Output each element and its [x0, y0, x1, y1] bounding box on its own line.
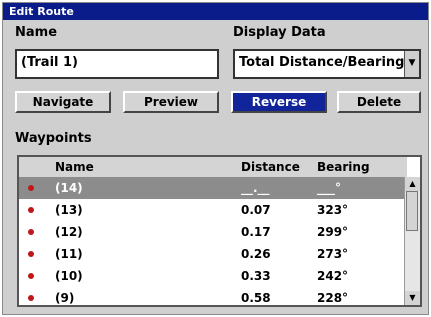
scrollbar-thumb[interactable]	[406, 191, 418, 231]
waypoint-row[interactable]: (10) 0.33 242°	[19, 265, 407, 287]
waypoint-row[interactable]: (11) 0.26 273°	[19, 243, 407, 265]
waypoint-distance: 0.58	[241, 291, 271, 305]
waypoint-name: (12)	[55, 225, 83, 239]
waypoint-row[interactable]: (12) 0.17 299°	[19, 221, 407, 243]
header-name[interactable]: Name	[55, 157, 94, 177]
waypoint-bearing: 323°	[317, 203, 349, 217]
waypoints-scrollbar[interactable]: ▲ ▼	[404, 177, 420, 305]
route-name-field[interactable]: (Trail 1)	[15, 49, 219, 79]
display-data-value: Total Distance/Bearing	[239, 55, 405, 70]
waypoint-marker-icon	[28, 229, 34, 235]
waypoint-marker-icon	[28, 251, 34, 257]
waypoint-distance: 0.33	[241, 269, 271, 283]
waypoint-name: (13)	[55, 203, 83, 217]
waypoint-distance: __.__	[241, 181, 270, 195]
edit-route-window: Edit Route Name (Trail 1) Display Data T…	[2, 2, 429, 315]
dropdown-arrow-icon[interactable]: ▼	[404, 51, 419, 77]
waypoints-label: Waypoints	[15, 131, 92, 146]
waypoint-bearing: 242°	[317, 269, 349, 283]
waypoint-marker-icon	[28, 207, 34, 213]
waypoint-bearing: ___°	[317, 181, 341, 195]
waypoint-marker-icon	[28, 273, 34, 279]
waypoint-row[interactable]: (9) 0.58 228°	[19, 287, 407, 305]
display-data-label: Display Data	[233, 25, 326, 40]
waypoint-name: (9)	[55, 291, 75, 305]
waypoint-name: (14)	[55, 181, 83, 195]
navigate-button[interactable]: Navigate	[15, 91, 111, 113]
display-data-select[interactable]: Total Distance/Bearing ▼	[233, 49, 421, 79]
scroll-up-arrow-icon[interactable]: ▲	[405, 177, 420, 191]
waypoint-marker-icon	[28, 295, 34, 301]
preview-button[interactable]: Preview	[123, 91, 219, 113]
waypoint-distance: 0.26	[241, 247, 271, 261]
name-label: Name	[15, 25, 58, 40]
waypoints-header: Name Distance Bearing	[19, 157, 407, 178]
window-title: Edit Route	[3, 3, 428, 20]
header-bearing[interactable]: Bearing	[317, 157, 370, 177]
waypoint-distance: 0.07	[241, 203, 271, 217]
waypoint-name: (11)	[55, 247, 83, 261]
waypoints-list[interactable]: Name Distance Bearing (14) __.__ ___° (1…	[17, 155, 422, 307]
delete-button[interactable]: Delete	[337, 91, 421, 113]
waypoint-marker-icon	[28, 185, 34, 191]
waypoint-bearing: 228°	[317, 291, 349, 305]
waypoint-bearing: 273°	[317, 247, 349, 261]
waypoint-bearing: 299°	[317, 225, 349, 239]
waypoint-row[interactable]: (14) __.__ ___°	[19, 177, 407, 199]
waypoint-row[interactable]: (13) 0.07 323°	[19, 199, 407, 221]
reverse-button[interactable]: Reverse	[231, 91, 327, 113]
waypoint-distance: 0.17	[241, 225, 271, 239]
header-distance[interactable]: Distance	[241, 157, 300, 177]
waypoint-name: (10)	[55, 269, 83, 283]
scroll-down-arrow-icon[interactable]: ▼	[405, 291, 420, 305]
